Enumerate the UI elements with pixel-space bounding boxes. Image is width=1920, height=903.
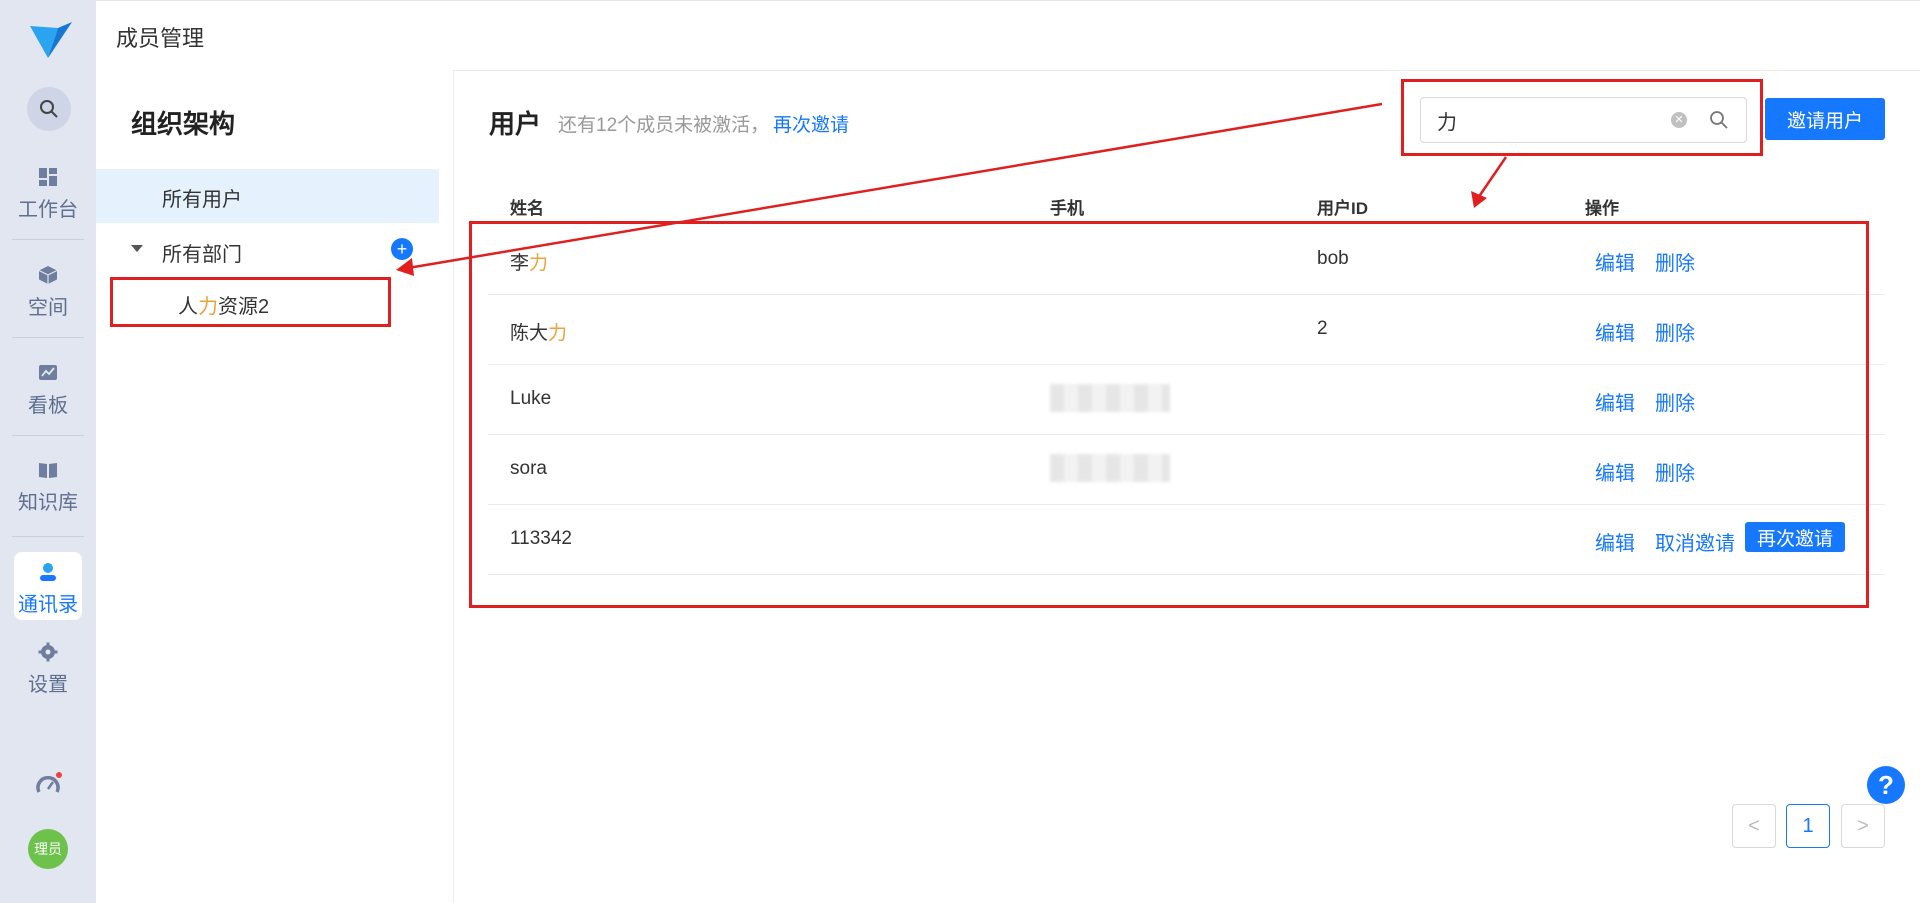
sidebar-item-label: 看板 xyxy=(28,395,68,417)
column-header-actions: 操作 xyxy=(1585,199,1619,218)
global-search-button[interactable] xyxy=(27,87,71,131)
divider xyxy=(12,337,84,338)
next-page-button[interactable]: > xyxy=(1841,804,1885,848)
sidebar-item-workbench[interactable]: 工作台 xyxy=(0,167,96,222)
app-logo-icon[interactable] xyxy=(28,20,72,64)
sidebar-item-label: 工作台 xyxy=(18,199,78,221)
page-number-button[interactable]: 1 xyxy=(1786,804,1830,848)
sidebar-item-label: 设置 xyxy=(28,674,68,696)
column-header-phone: 手机 xyxy=(1050,199,1084,218)
all-users-item[interactable]: 所有用户 xyxy=(96,169,439,223)
divider xyxy=(12,435,84,436)
sidebar-item-settings[interactable]: 设置 xyxy=(0,642,96,697)
sidebar-item-contacts[interactable]: 通讯录 xyxy=(0,562,96,617)
search-icon xyxy=(40,100,58,118)
results-annotation-box xyxy=(469,221,1869,608)
sidebar-item-label: 通讯录 xyxy=(18,594,78,616)
book-icon xyxy=(39,463,57,478)
chart-icon xyxy=(39,365,57,380)
prev-page-button[interactable]: < xyxy=(1732,804,1776,848)
sidebar-item-label: 空间 xyxy=(28,297,68,319)
org-heading: 组织架构 xyxy=(131,109,236,139)
inactive-notice: 还有12个成员未被激活， xyxy=(558,115,770,136)
all-departments-item[interactable]: 所有部门 + xyxy=(96,224,439,278)
sidebar-item-board[interactable]: 看板 xyxy=(0,363,96,418)
contacts-icon xyxy=(40,563,56,581)
column-header-name: 姓名 xyxy=(510,199,544,218)
sidebar-item-space[interactable]: 空间 xyxy=(0,265,96,320)
app-sidebar: 工作台 空间 看板 知识库 通讯录 设置 理员 xyxy=(0,0,96,903)
sidebar-item-knowledge[interactable]: 知识库 xyxy=(0,460,96,515)
org-panel: 组织架构 所有用户 所有部门 + 人力资源2 xyxy=(96,70,454,903)
department-annotation-box xyxy=(110,277,391,327)
top-bar: 成员管理 xyxy=(96,0,1920,71)
users-title: 用户 xyxy=(489,109,542,139)
all-users-label: 所有用户 xyxy=(162,189,242,211)
column-header-user-id: 用户ID xyxy=(1317,199,1368,218)
help-button[interactable]: ? xyxy=(1867,766,1905,804)
page-title: 成员管理 xyxy=(116,26,205,51)
add-department-button[interactable]: + xyxy=(391,238,413,260)
avatar[interactable]: 理员 xyxy=(28,829,68,869)
dashboard-icon xyxy=(39,168,57,186)
invite-user-button[interactable]: 邀请用户 xyxy=(1765,98,1885,140)
gear-icon xyxy=(38,642,58,662)
divider xyxy=(12,239,84,240)
all-departments-label: 所有部门 xyxy=(162,244,242,266)
sidebar-item-label: 知识库 xyxy=(18,492,78,514)
search-annotation-box xyxy=(1401,79,1763,156)
cube-icon xyxy=(38,266,58,284)
speed-gauge-icon[interactable] xyxy=(36,772,62,798)
divider xyxy=(12,536,84,537)
reinvite-link[interactable]: 再次邀请 xyxy=(773,110,849,137)
caret-down-icon[interactable] xyxy=(131,245,143,252)
